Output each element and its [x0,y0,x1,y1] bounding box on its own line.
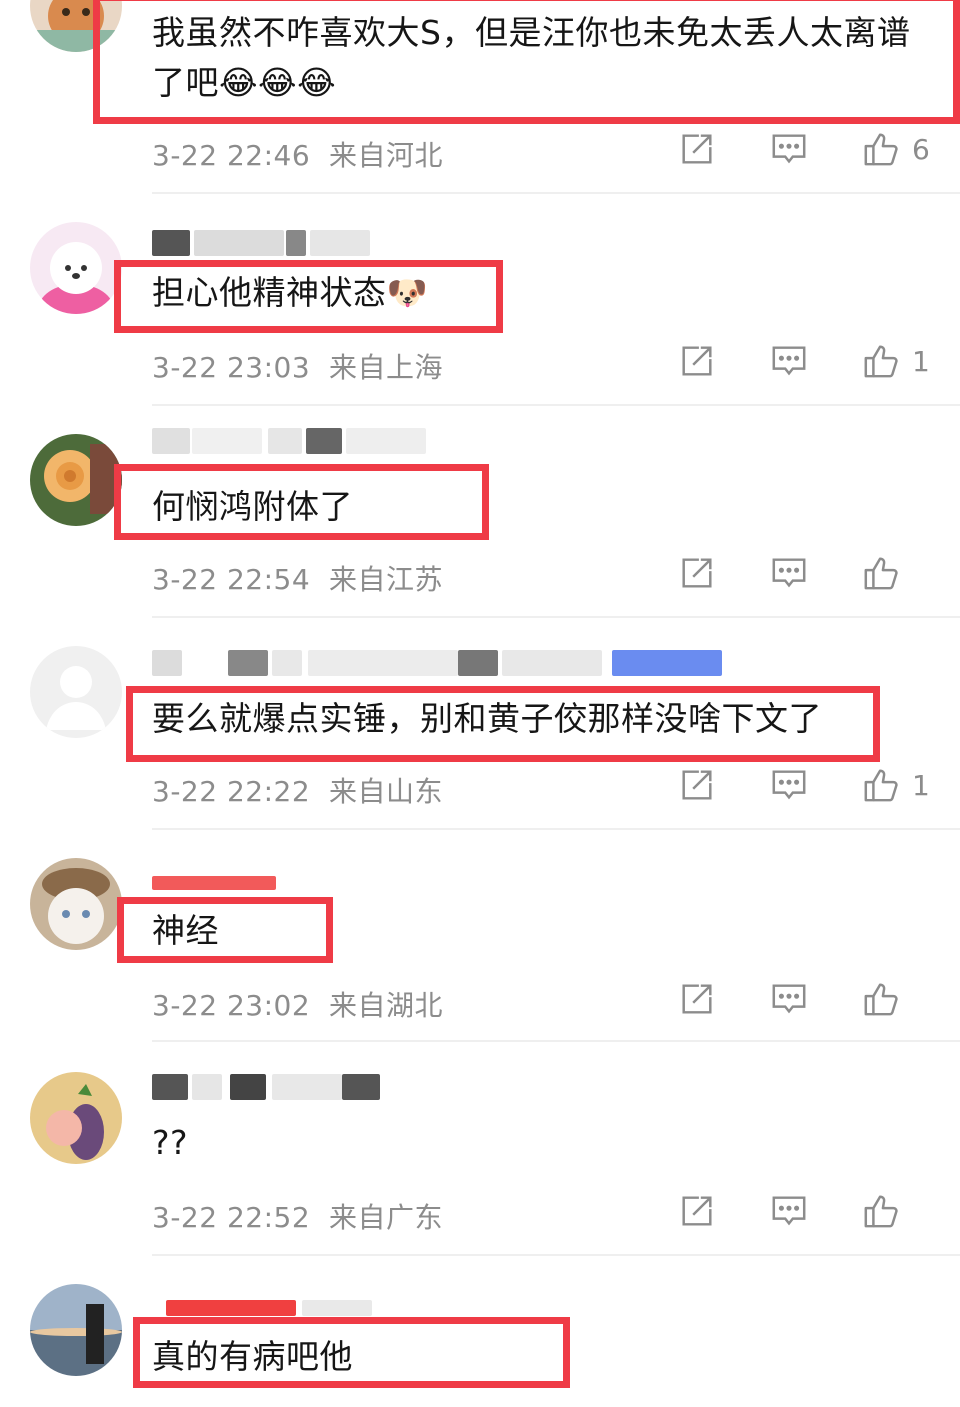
thumbs-up-icon [862,130,900,168]
comment-icon [770,342,808,380]
reply-button[interactable] [770,554,808,592]
comment-text: ?? [152,1123,189,1162]
comment-actions [624,554,930,592]
thumbs-up-icon [862,766,900,804]
user-avatar[interactable] [30,434,122,526]
comment-time: 3-22 22:54 [152,563,311,596]
thumbs-up-icon [862,554,900,592]
divider [152,192,960,194]
username-redacted [152,1290,572,1320]
comment-actions [624,1192,930,1230]
like-count: 1 [912,768,930,802]
user-avatar[interactable] [30,222,122,314]
highlight-box [133,1317,570,1388]
username-redacted [152,1070,572,1100]
comment-location: 来自江苏 [328,563,443,596]
share-icon [678,1192,716,1230]
comment-location: 来自上海 [328,351,443,384]
thumbs-up-icon [862,980,900,1018]
like-button[interactable] [862,980,930,1018]
reply-button[interactable] [770,342,808,380]
comment-meta: 3-22 22:22 来自山东 [152,770,443,810]
comment-time: 3-22 23:03 [152,351,311,384]
highlight-box [126,686,880,762]
reply-button[interactable] [770,980,808,1018]
highlight-box [114,464,489,540]
comment-location: 来自湖北 [328,989,443,1022]
share-icon [678,130,716,168]
comment-icon [770,766,808,804]
username-redacted [152,226,572,256]
username-redacted [152,646,722,676]
comment-location: 来自广东 [328,1201,443,1234]
divider [152,1040,960,1042]
reply-button[interactable] [770,1192,808,1230]
comment-time: 3-22 23:02 [152,989,311,1022]
reply-button[interactable] [770,130,808,168]
comment-meta: 3-22 23:02 来自湖北 [152,984,443,1024]
highlight-box [93,0,960,124]
comment-meta: 3-22 22:54 来自江苏 [152,558,443,598]
divider [152,616,960,618]
like-button[interactable]: 1 [862,342,930,380]
user-avatar[interactable] [30,1072,122,1164]
like-button[interactable] [862,554,930,592]
comment-actions: 6 [624,130,930,168]
user-avatar[interactable] [30,1284,122,1376]
comment-time: 3-22 22:52 [152,1201,311,1234]
user-avatar[interactable] [30,858,122,950]
divider [152,404,960,406]
username-redacted [152,424,572,454]
reply-button[interactable] [770,766,808,804]
highlight-box [114,260,503,333]
like-count: 6 [912,132,930,166]
comment-icon [770,130,808,168]
share-button[interactable] [678,1192,716,1230]
share-icon [678,980,716,1018]
comment-location: 来自河北 [328,139,443,172]
comment-time: 3-22 22:22 [152,775,311,808]
comment-time: 3-22 22:46 [152,139,311,172]
comment-icon [770,980,808,1018]
share-icon [678,554,716,592]
comment-icon [770,1192,808,1230]
share-button[interactable] [678,342,716,380]
share-icon [678,342,716,380]
share-icon [678,766,716,804]
comment-actions [624,980,930,1018]
comment-meta: 3-22 23:03 来自上海 [152,346,443,386]
highlight-box [117,897,333,963]
share-button[interactable] [678,554,716,592]
comment-meta: 3-22 22:46 来自河北 [152,134,443,174]
comment-location: 来自山东 [328,775,443,808]
share-button[interactable] [678,130,716,168]
user-avatar[interactable] [30,646,122,738]
like-count: 1 [912,344,930,378]
like-button[interactable] [862,1192,930,1230]
comment-actions: 1 [624,342,930,380]
like-button[interactable]: 1 [862,766,930,804]
thumbs-up-icon [862,342,900,380]
comment-actions: 1 [624,766,930,804]
share-button[interactable] [678,766,716,804]
comment-meta: 3-22 22:52 来自广东 [152,1196,443,1236]
divider [152,1254,960,1256]
like-button[interactable]: 6 [862,130,930,168]
share-button[interactable] [678,980,716,1018]
comment-icon [770,554,808,592]
divider [152,828,960,830]
thumbs-up-icon [862,1192,900,1230]
username-redacted [152,862,572,892]
